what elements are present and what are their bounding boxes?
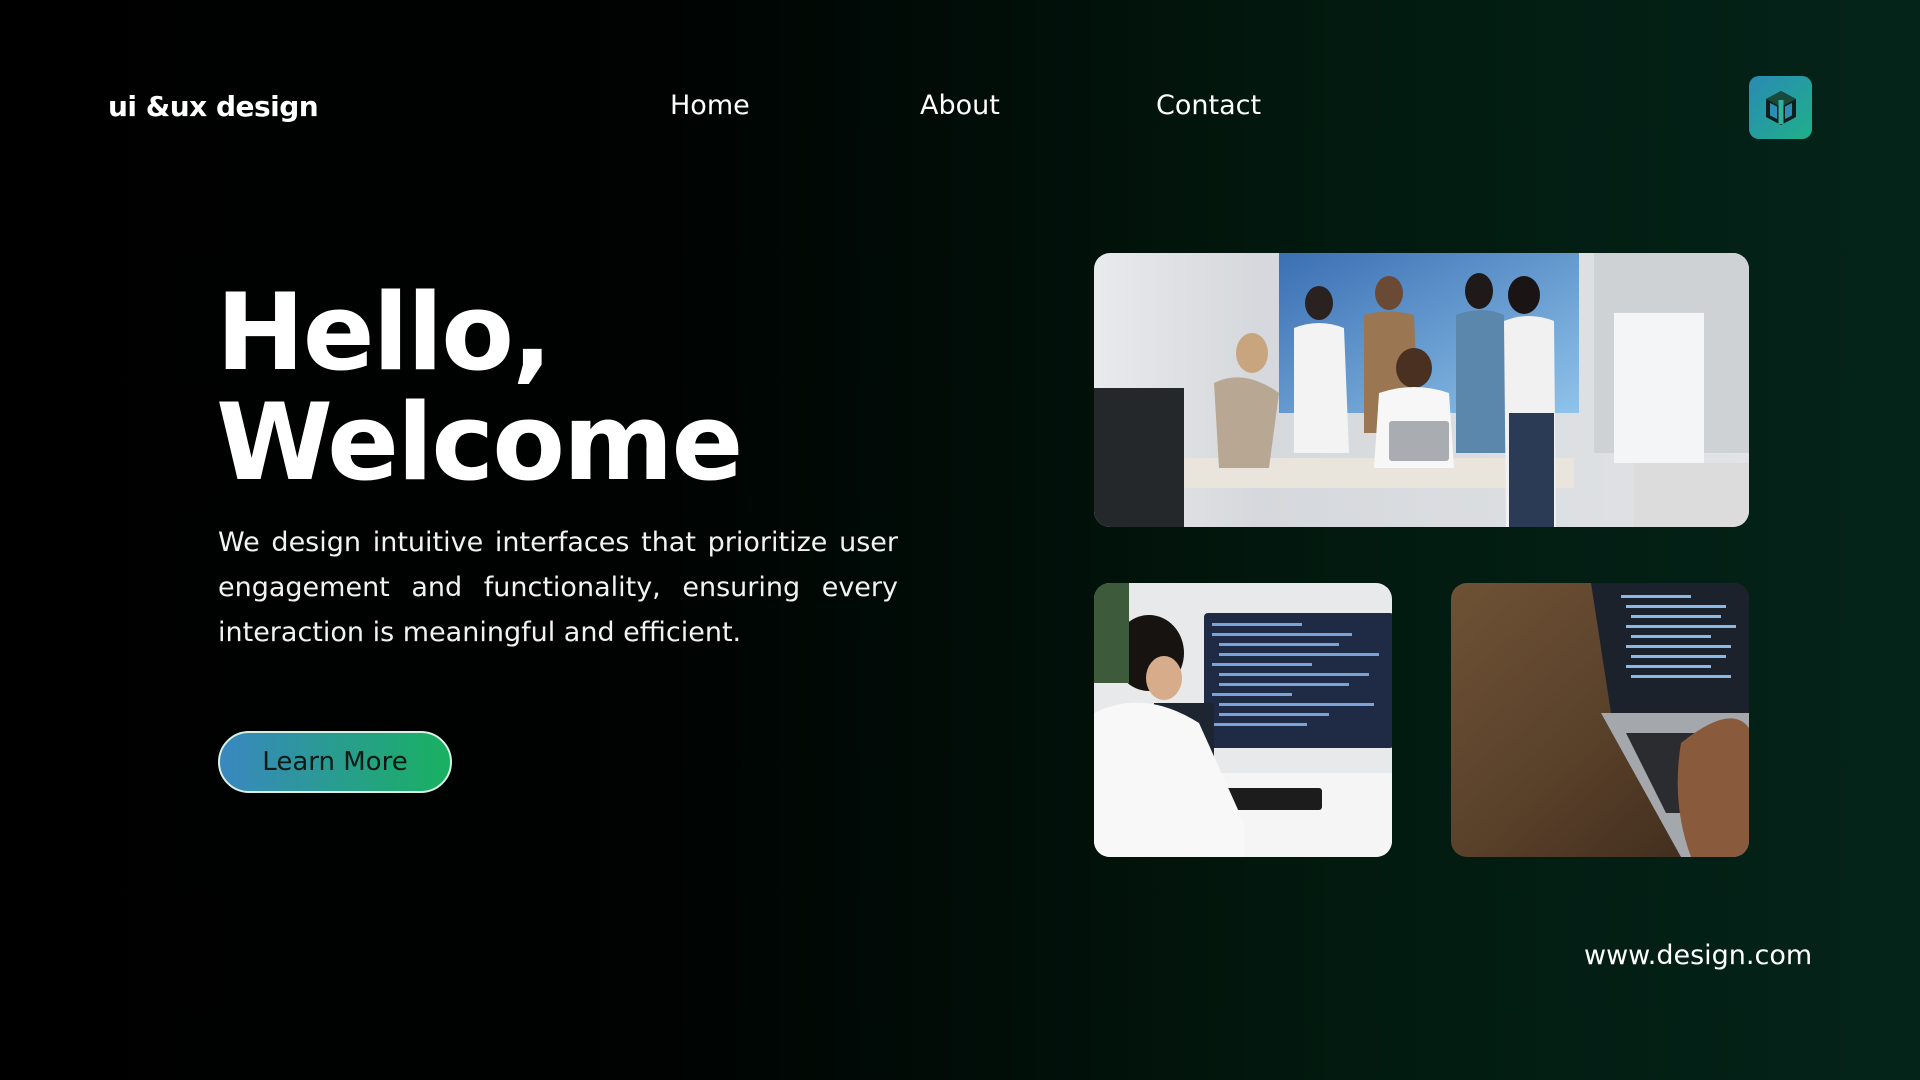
cube-logo-icon	[1765, 90, 1796, 125]
developer-at-monitor-photo	[1094, 583, 1392, 857]
nav-contact-link[interactable]: Contact	[1156, 90, 1261, 121]
learn-more-button[interactable]: Learn More	[218, 731, 452, 793]
nav-about-link[interactable]: About	[920, 90, 1000, 121]
logo-button[interactable]	[1749, 76, 1812, 139]
hero-title-line-1: Hello,	[216, 271, 552, 394]
laptop-coding-photo	[1451, 583, 1749, 857]
hero-title-line-2: Welcome	[216, 381, 743, 504]
hero-description: We design intuitive interfaces that prio…	[218, 527, 898, 648]
brand-name: ui &ux design	[108, 90, 319, 123]
nav-home-link[interactable]: Home	[670, 90, 750, 121]
landing-page: ui &ux design Home About Contact Hello, …	[0, 0, 1920, 1080]
hero-title: Hello, Welcome	[216, 271, 743, 504]
team-meeting-photo	[1094, 253, 1749, 527]
website-url: www.design.com	[1584, 940, 1813, 971]
